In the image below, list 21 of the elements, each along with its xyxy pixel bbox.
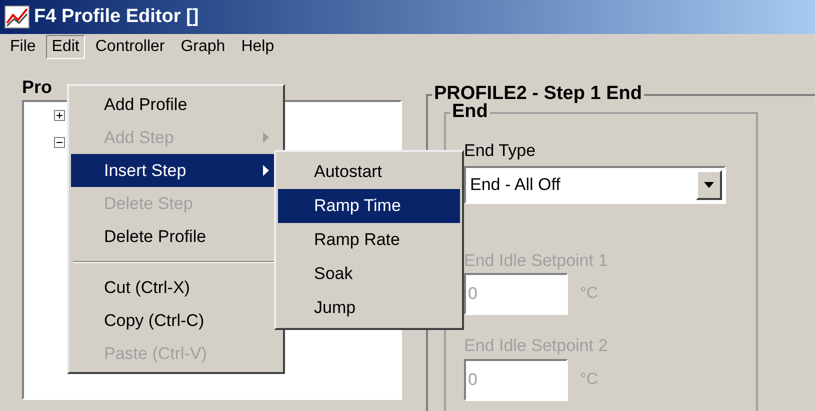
chart-icon [4, 5, 30, 29]
menu-item[interactable]: Ramp Time [278, 189, 460, 223]
dropdown-field[interactable]: End - All Off [464, 166, 726, 204]
menu-item[interactable]: Jump [278, 291, 460, 325]
menu-item[interactable]: File [4, 35, 42, 59]
window-title: F4 Profile Editor [] [34, 4, 199, 29]
collapse-icon[interactable] [54, 137, 65, 148]
panel-title: Pro [22, 76, 54, 99]
menu-item[interactable]: Add Profile [71, 88, 281, 121]
menu-item[interactable]: Help [235, 35, 280, 59]
menu-item[interactable]: Edit [46, 35, 86, 59]
menu-item[interactable]: Soak [278, 257, 460, 291]
field-label: End Type [464, 140, 537, 162]
menu-item[interactable]: Autostart [278, 155, 460, 189]
dropdown-button[interactable] [696, 170, 722, 200]
menu-item[interactable]: Graph [174, 35, 232, 59]
dropdown-value: End - All Off [470, 174, 560, 196]
menu-item[interactable]: Controller [89, 35, 171, 59]
menu-item[interactable]: Ramp Rate [278, 223, 460, 257]
caret-icon [704, 182, 714, 188]
expand-icon[interactable] [54, 110, 65, 121]
